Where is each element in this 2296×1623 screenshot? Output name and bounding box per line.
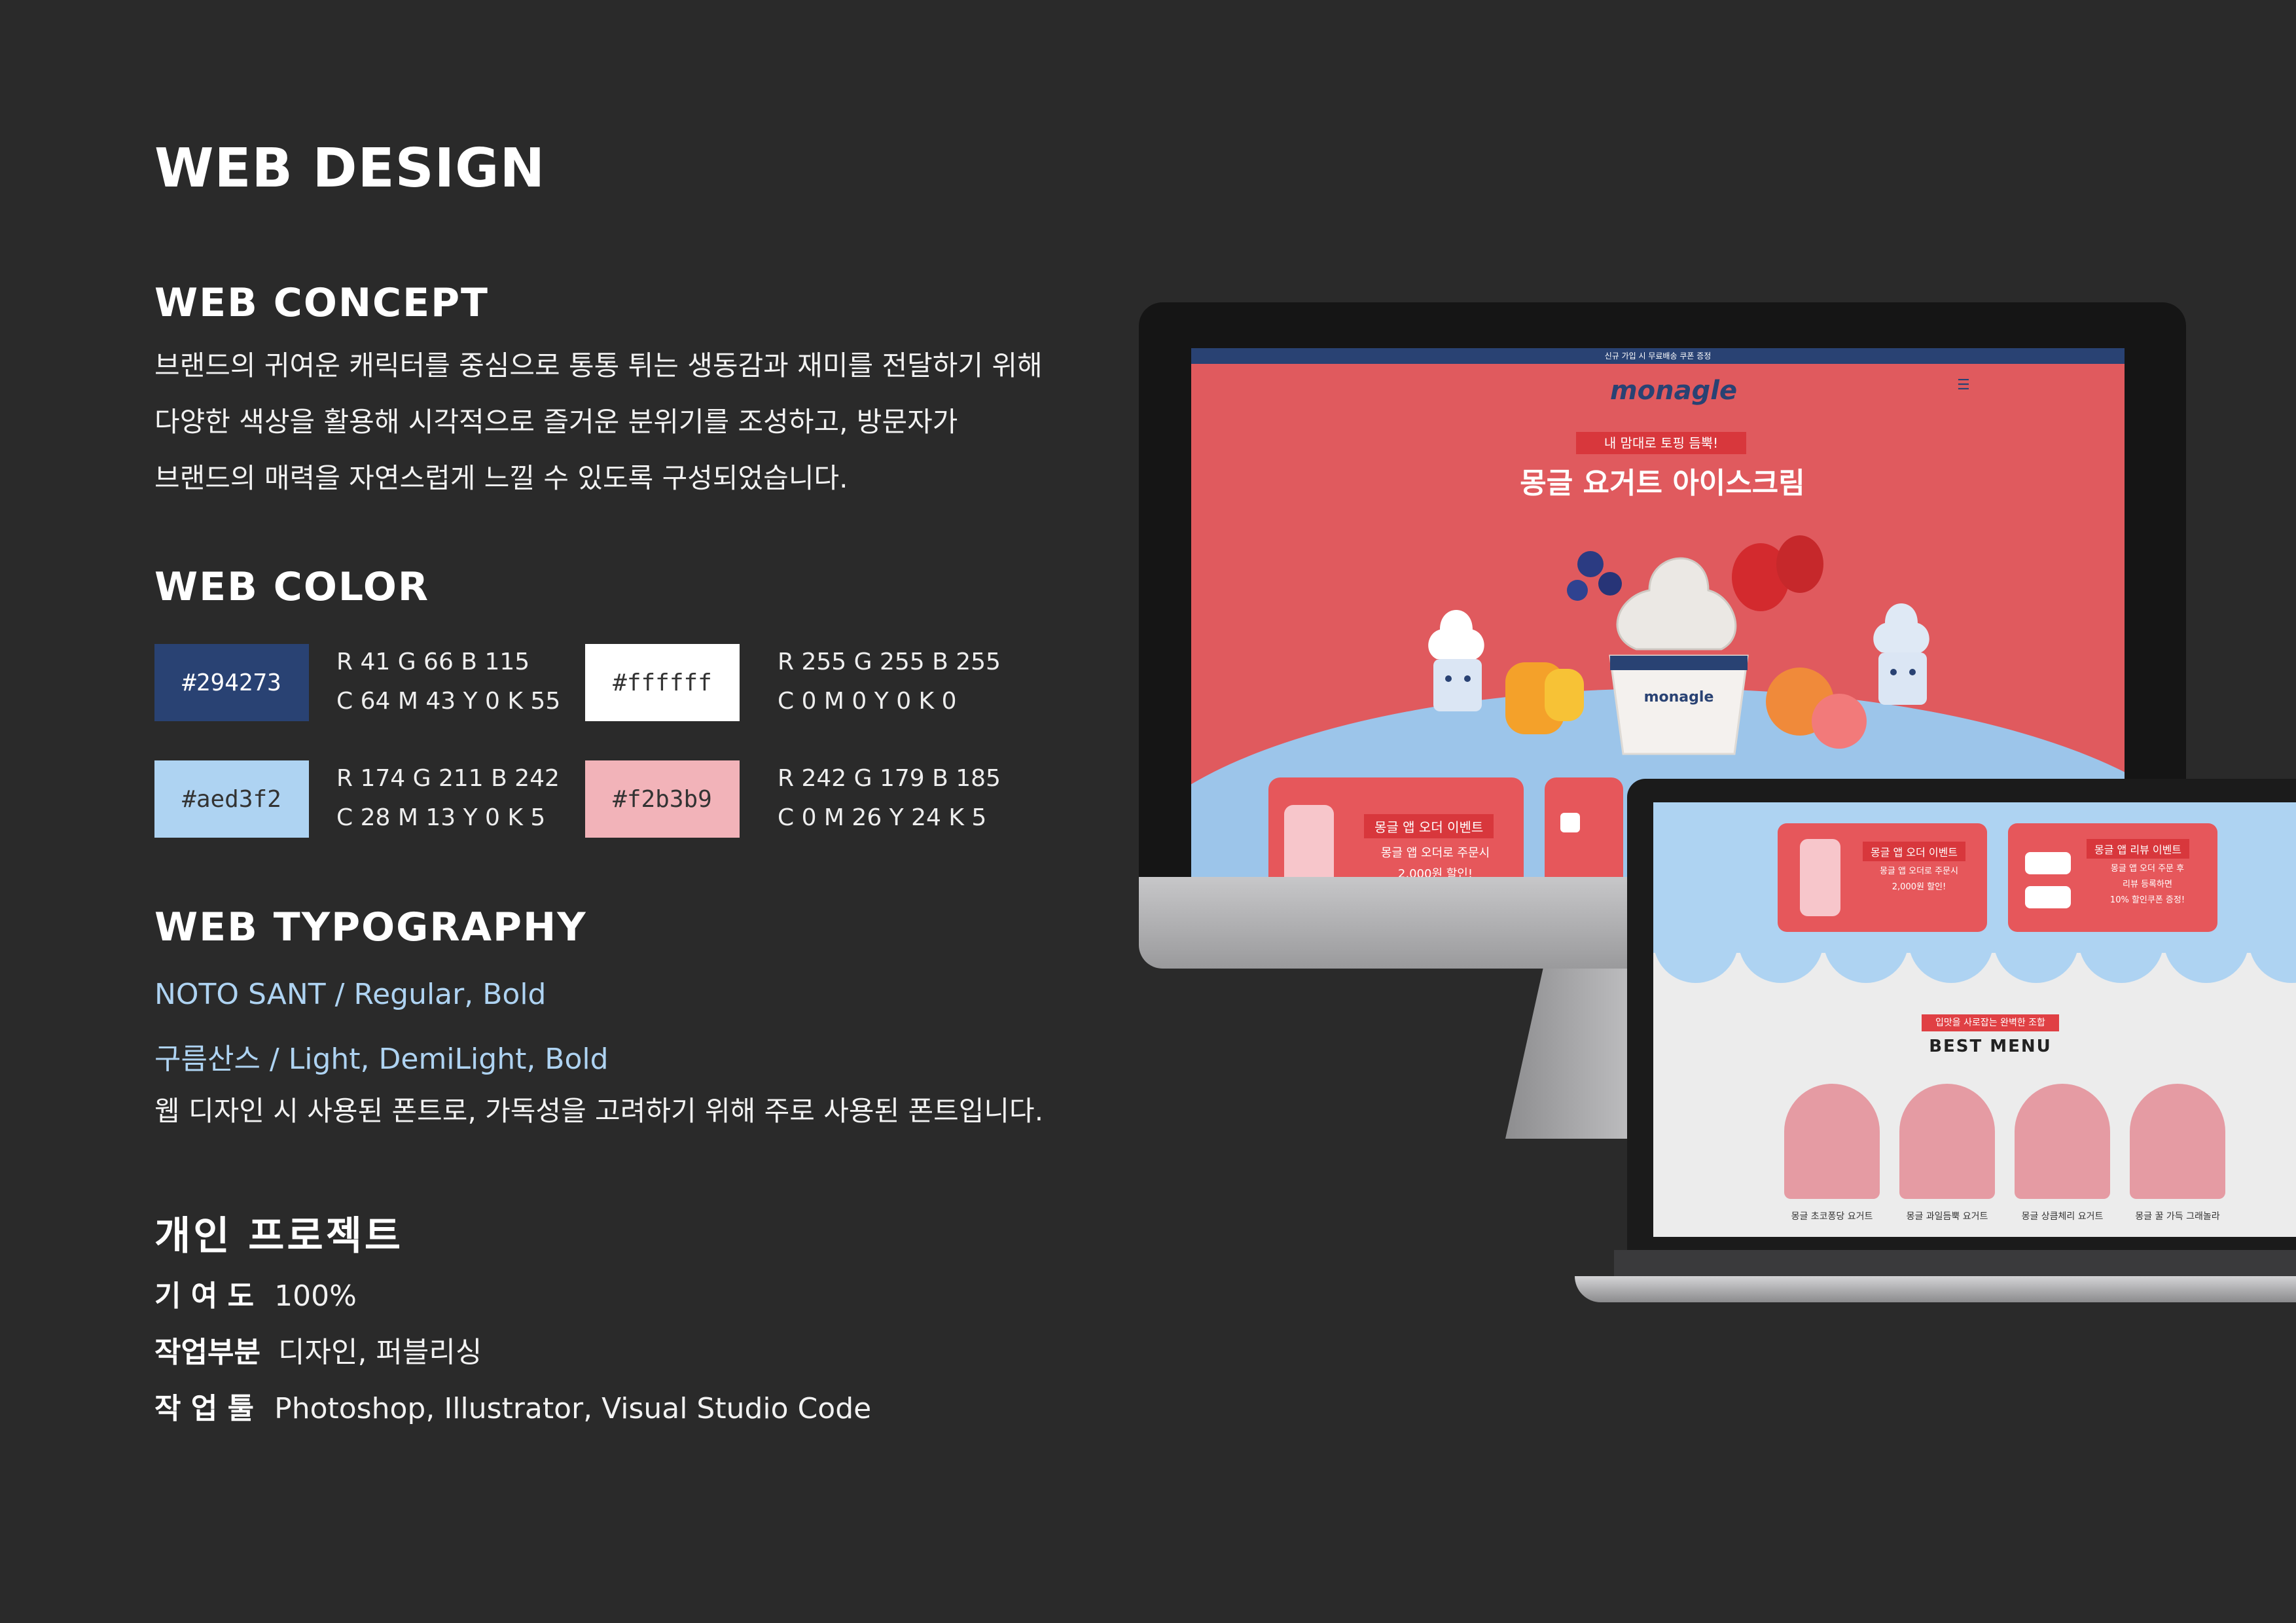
chat-bubble-icon [2025, 886, 2071, 908]
laptop-screen: 몽글 앱 오더 이벤트 몽글 앱 오더로 주문시 2,000원 할인! 몽글 앱… [1653, 802, 2296, 1237]
project-label: 기 여 도 [154, 1279, 255, 1313]
laptop-mockup: 몽글 앱 오더 이벤트 몽글 앱 오더로 주문시 2,000원 할인! 몽글 앱… [1575, 779, 2296, 1315]
rgb-value: R 174 G 211 B 242 [336, 765, 560, 792]
scallop [1653, 931, 1738, 983]
swatch-pink-info: R 242 G 179 B 185 C 0 M 26 Y 24 K 5 [778, 759, 1001, 838]
event-card-text: 몽글 앱 오더 주문 후 리뷰 등록하면 10% 할인쿠폰 증정! [2109, 864, 2185, 905]
scallop [2164, 931, 2249, 983]
project-row: 작업부분 디자인, 퍼블리싱 [154, 1329, 482, 1370]
cmyk-value: C 0 M 0 Y 0 K 0 [778, 688, 957, 715]
project-value: Photoshop, Illustrator, Visual Studio Co… [274, 1392, 872, 1425]
chat-bubble-icon [2025, 852, 2071, 874]
scallop [2079, 931, 2164, 983]
event-card-label: 몽글 앱 오더 이벤트 [1364, 814, 1494, 838]
typography-note: 웹 디자인 시 사용된 폰트로, 가독성을 고려하기 위해 주로 사용된 폰트입… [154, 1095, 1044, 1127]
cmyk-value: C 0 M 26 Y 24 K 5 [778, 804, 987, 831]
hero-tagline: 내 맘대로 토핑 듬뿍! [1576, 432, 1746, 454]
scallop [1994, 931, 2079, 983]
project-value: 100% [274, 1279, 357, 1313]
concept-line: 브랜드의 귀여운 캐릭터를 중심으로 통통 튀는 생동감과 재미를 전달하기 위… [154, 349, 1043, 382]
swatch-sky-info: R 174 G 211 B 242 C 28 M 13 Y 0 K 5 [336, 759, 560, 838]
typography-heading: WEB TYPOGRAPHY [154, 904, 587, 950]
menu-item-image[interactable] [1899, 1084, 1995, 1199]
menu-item-label[interactable]: 몽글 꿀 가득 그래놀라 [2120, 1209, 2235, 1222]
project-row: 작 업 툴 Photoshop, Illustrator, Visual Stu… [154, 1385, 871, 1427]
font-2: 구름산스 / Light, DemiLight, Bold [154, 1043, 609, 1076]
phone-icon [1800, 839, 1840, 916]
menu-icon: ☰ [1957, 377, 1970, 393]
phone-icon [1284, 805, 1334, 877]
swatch-navy: #294273 [154, 644, 309, 721]
concept-text: 브랜드의 귀여운 캐릭터를 중심으로 통통 튀는 생동감과 재미를 전달하기 위… [154, 338, 1043, 507]
rgb-value: R 242 G 179 B 185 [778, 765, 1001, 792]
swatch-sky: #aed3f2 [154, 760, 309, 838]
swatch-navy-info: R 41 G 66 B 115 C 64 M 43 Y 0 K 55 [336, 643, 560, 721]
best-menu-title: BEST MENU [1929, 1037, 2052, 1056]
event-card-app-order[interactable]: 몽글 앱 오더 이벤트 몽글 앱 오더로 주문시 2,000원 할인! [1268, 777, 1524, 877]
hero-title: 몽글 요거트 아이스크림 [1520, 467, 1805, 500]
svg-text:monagle: monagle [1644, 689, 1714, 705]
page-title: WEB DESIGN [154, 137, 546, 200]
promo-topbar: 신규 가입 시 무료배송 쿠폰 증정 [1191, 348, 2125, 364]
project-heading: 개인 프로젝트 [154, 1213, 404, 1259]
project-label: 작업부분 [154, 1336, 260, 1369]
laptop-base [1575, 1276, 2296, 1302]
menu-item-image[interactable] [2015, 1084, 2110, 1199]
brand-logo: monagle [1610, 376, 1738, 406]
color-heading: WEB COLOR [154, 564, 430, 610]
project-value: 디자인, 퍼블리싱 [278, 1336, 482, 1369]
scallop [1738, 931, 1823, 983]
rgb-value: R 255 G 255 B 255 [778, 649, 1001, 675]
concept-heading: WEB CONCEPT [154, 280, 489, 326]
project-label: 작 업 툴 [154, 1392, 255, 1425]
swatch-white: #ffffff [585, 644, 740, 721]
event-card-text: 몽글 앱 오더로 주문시 2,000원 할인! [1380, 846, 1490, 877]
menu-item-label[interactable]: 몽글 초코퐁당 요거트 [1774, 1209, 1890, 1222]
font-1: NOTO SANT / Regular, Bold [154, 978, 547, 1011]
event-card-label: 몽글 앱 오더 이벤트 [1863, 842, 1966, 861]
laptop-event-card-review[interactable]: 몽글 앱 리뷰 이벤트 몽글 앱 오더 주문 후 리뷰 등록하면 10% 할인쿠… [2008, 823, 2217, 932]
concept-line: 다양한 색상을 활용해 시각적으로 즐거운 분위기를 조성하고, 방문자가 [154, 406, 958, 438]
cmyk-value: C 28 M 13 Y 0 K 5 [336, 804, 546, 831]
event-card-label: 몽글 앱 리뷰 이벤트 [2087, 839, 2190, 859]
rgb-value: R 41 G 66 B 115 [336, 649, 530, 675]
cmyk-value: C 64 M 43 Y 0 K 55 [336, 688, 561, 715]
laptop-event-card-app-order[interactable]: 몽글 앱 오더 이벤트 몽글 앱 오더로 주문시 2,000원 할인! [1778, 823, 1987, 932]
menu-item-label[interactable]: 몽글 과일듬뿍 요거트 [1890, 1209, 2005, 1222]
scallop [2249, 931, 2296, 983]
project-row: 기 여 도 100% [154, 1272, 357, 1314]
scallop [1909, 931, 1994, 983]
concept-line: 브랜드의 매력을 자연스럽게 느낄 수 있도록 구성되었습니다. [154, 462, 848, 494]
menu-item-label[interactable]: 몽글 상큼체리 요거트 [2005, 1209, 2120, 1222]
swatch-pink: #f2b3b9 [585, 760, 740, 838]
laptop-hinge [1614, 1250, 2296, 1276]
hero-illustration: monagle [1428, 535, 1929, 755]
chat-bubble-icon [1560, 813, 1580, 832]
swatch-white-info: R 255 G 255 B 255 C 0 M 0 Y 0 K 0 [778, 643, 1001, 721]
best-menu-tag: 입맛을 사로잡는 완벽한 조합 [1922, 1014, 2059, 1031]
event-card-review[interactable] [1545, 777, 1623, 877]
event-card-text: 몽글 앱 오더로 주문시 2,000원 할인! [1879, 866, 1959, 892]
scallop [1823, 931, 1909, 983]
menu-item-image[interactable] [2130, 1084, 2225, 1199]
menu-item-image[interactable] [1784, 1084, 1880, 1199]
